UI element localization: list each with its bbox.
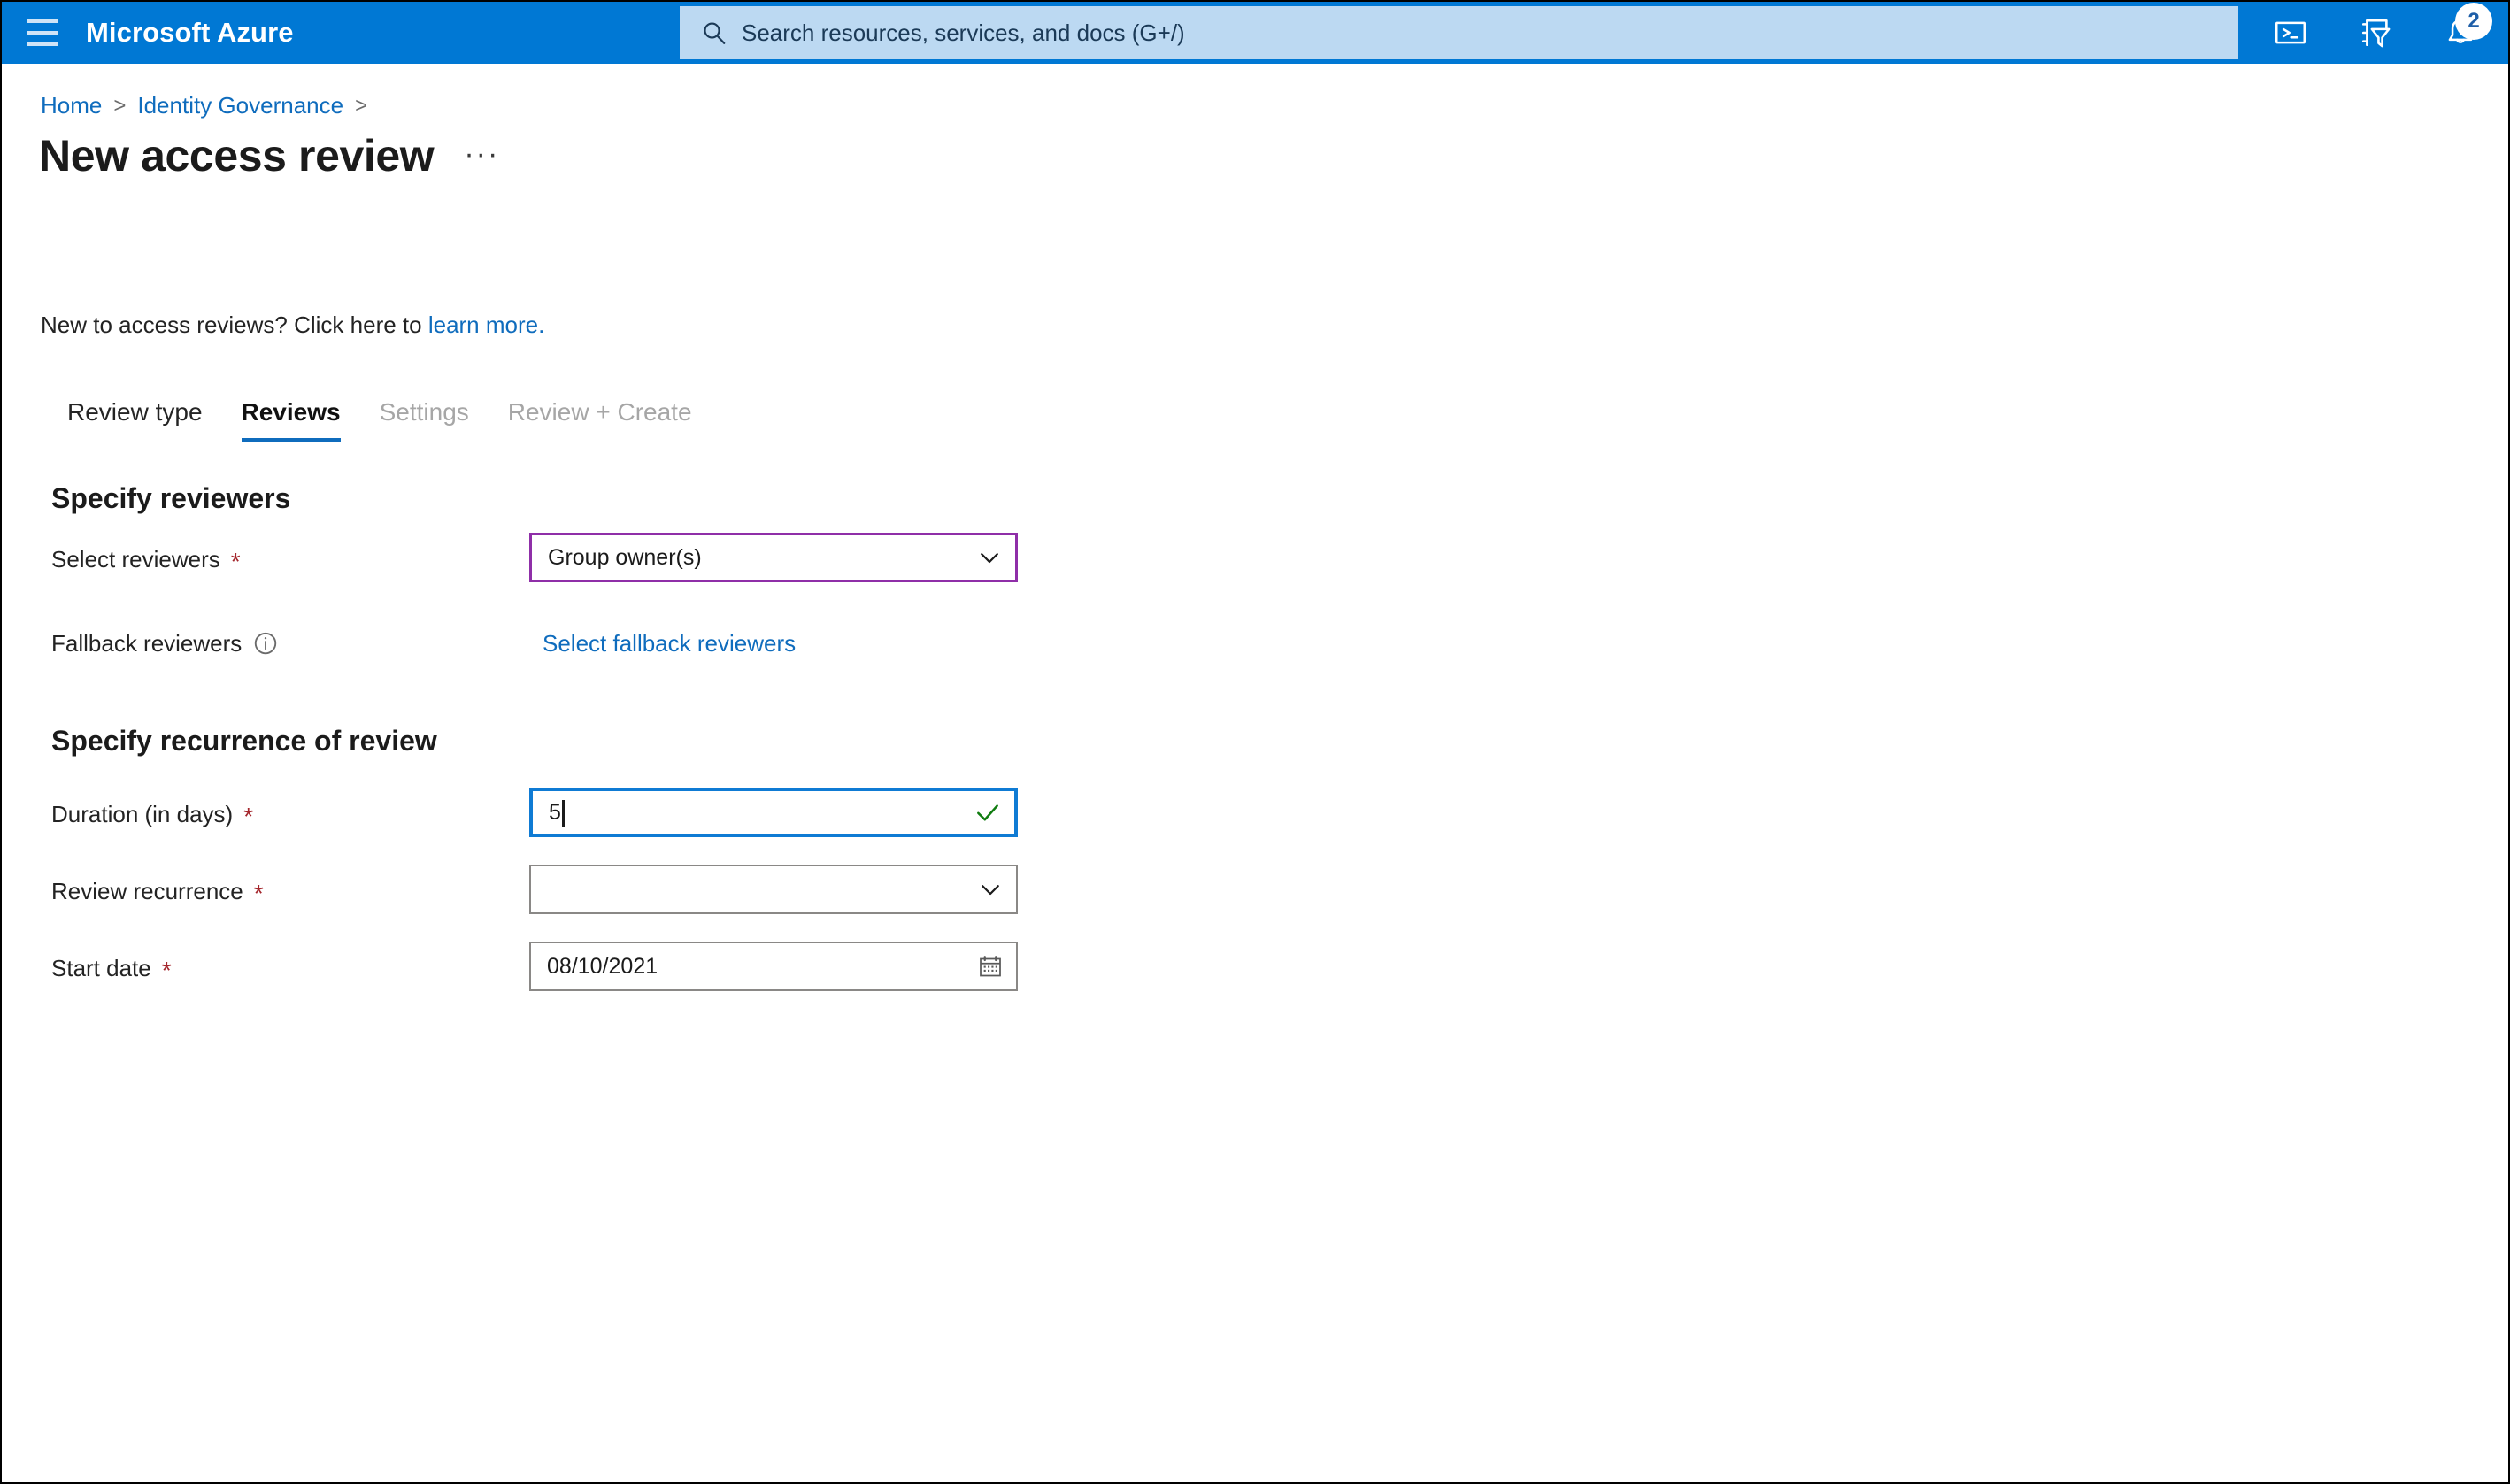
breadcrumb-item-identity-governance[interactable]: Identity Governance: [137, 92, 343, 119]
notifications-button[interactable]: 2: [2418, 2, 2503, 64]
start-date-input[interactable]: 08/10/2021: [529, 942, 1018, 991]
tab-review-type[interactable]: Review type: [48, 398, 222, 442]
breadcrumb-separator-icon: >: [113, 93, 127, 118]
more-options-icon[interactable]: ···: [464, 139, 499, 181]
label-duration: Duration (in days) *: [51, 788, 253, 841]
top-navigation-bar: Microsoft Azure Search resources, servic…: [2, 2, 2508, 64]
start-date-value: 08/10/2021: [547, 953, 658, 979]
page-content: Home > Identity Governance > New access …: [2, 64, 2508, 1482]
hamburger-menu-icon[interactable]: [2, 2, 83, 64]
page-title: New access review: [39, 131, 435, 181]
required-asterisk: *: [230, 548, 241, 575]
search-icon: [699, 18, 729, 48]
label-start-date-text: Start date: [51, 954, 151, 981]
form-row-select-reviewers: Select reviewers * Group owner(s): [2, 533, 2508, 586]
label-select-reviewers-text: Select reviewers: [51, 545, 220, 573]
duration-input[interactable]: 5: [529, 788, 1018, 837]
azure-portal-page: Microsoft Azure Search resources, servic…: [0, 0, 2510, 1484]
label-fallback-reviewers-text: Fallback reviewers: [51, 629, 243, 657]
label-start-date: Start date *: [51, 942, 172, 995]
label-fallback-reviewers: Fallback reviewers: [51, 617, 279, 670]
label-select-reviewers: Select reviewers *: [51, 533, 241, 586]
label-review-recurrence: Review recurrence *: [51, 865, 264, 918]
cloud-shell-button[interactable]: [2248, 2, 2333, 64]
topbar-action-group: 2: [2248, 2, 2503, 64]
select-reviewers-dropdown[interactable]: Group owner(s): [529, 533, 1018, 582]
tab-settings[interactable]: Settings: [360, 398, 489, 442]
intro-text: New to access reviews? Click here to lea…: [41, 311, 544, 339]
section-heading-specify-recurrence: Specify recurrence of review: [51, 725, 437, 757]
form-row-review-recurrence: Review recurrence *: [2, 865, 2508, 918]
info-icon[interactable]: [252, 630, 279, 657]
section-heading-specify-reviewers: Specify reviewers: [51, 482, 291, 514]
form-row-duration: Duration (in days) * 5: [2, 788, 2508, 841]
global-search-placeholder: Search resources, services, and docs (G+…: [742, 19, 1185, 46]
duration-input-value: 5: [549, 799, 561, 825]
calendar-icon[interactable]: [977, 953, 1004, 980]
chevron-down-icon: [977, 876, 1004, 903]
notifications-badge: 2: [2455, 3, 2492, 40]
intro-text-prefix: New to access reviews? Click here to: [41, 311, 428, 338]
learn-more-link[interactable]: learn more.: [428, 311, 545, 338]
select-fallback-reviewers-link[interactable]: Select fallback reviewers: [543, 617, 796, 670]
breadcrumb-item-home[interactable]: Home: [41, 92, 102, 119]
tab-reviews[interactable]: Reviews: [222, 398, 360, 442]
breadcrumb-separator-icon: >: [355, 93, 368, 118]
breadcrumb: Home > Identity Governance >: [41, 92, 367, 119]
label-duration-text: Duration (in days): [51, 800, 234, 827]
select-reviewers-value: Group owner(s): [548, 544, 702, 570]
global-search-box[interactable]: Search resources, services, and docs (G+…: [680, 6, 2238, 59]
azure-brand-title[interactable]: Microsoft Azure: [86, 17, 294, 49]
required-asterisk: *: [161, 957, 172, 984]
chevron-down-icon: [976, 544, 1003, 571]
review-recurrence-dropdown[interactable]: [529, 865, 1018, 914]
page-title-row: New access review ···: [39, 130, 499, 181]
tab-review-create[interactable]: Review + Create: [489, 398, 712, 442]
directories-subscriptions-button[interactable]: [2333, 2, 2418, 64]
label-review-recurrence-text: Review recurrence: [51, 877, 243, 904]
required-asterisk: *: [253, 880, 264, 907]
text-cursor: [561, 800, 565, 827]
form-row-fallback-reviewers: Fallback reviewers Select fallback revie…: [2, 617, 2508, 670]
wizard-tabs: Review type Reviews Settings Review + Cr…: [48, 398, 712, 442]
validation-check-icon: [974, 798, 1002, 827]
form-row-start-date: Start date * 08/10/2021: [2, 942, 2508, 995]
required-asterisk: *: [243, 803, 254, 830]
